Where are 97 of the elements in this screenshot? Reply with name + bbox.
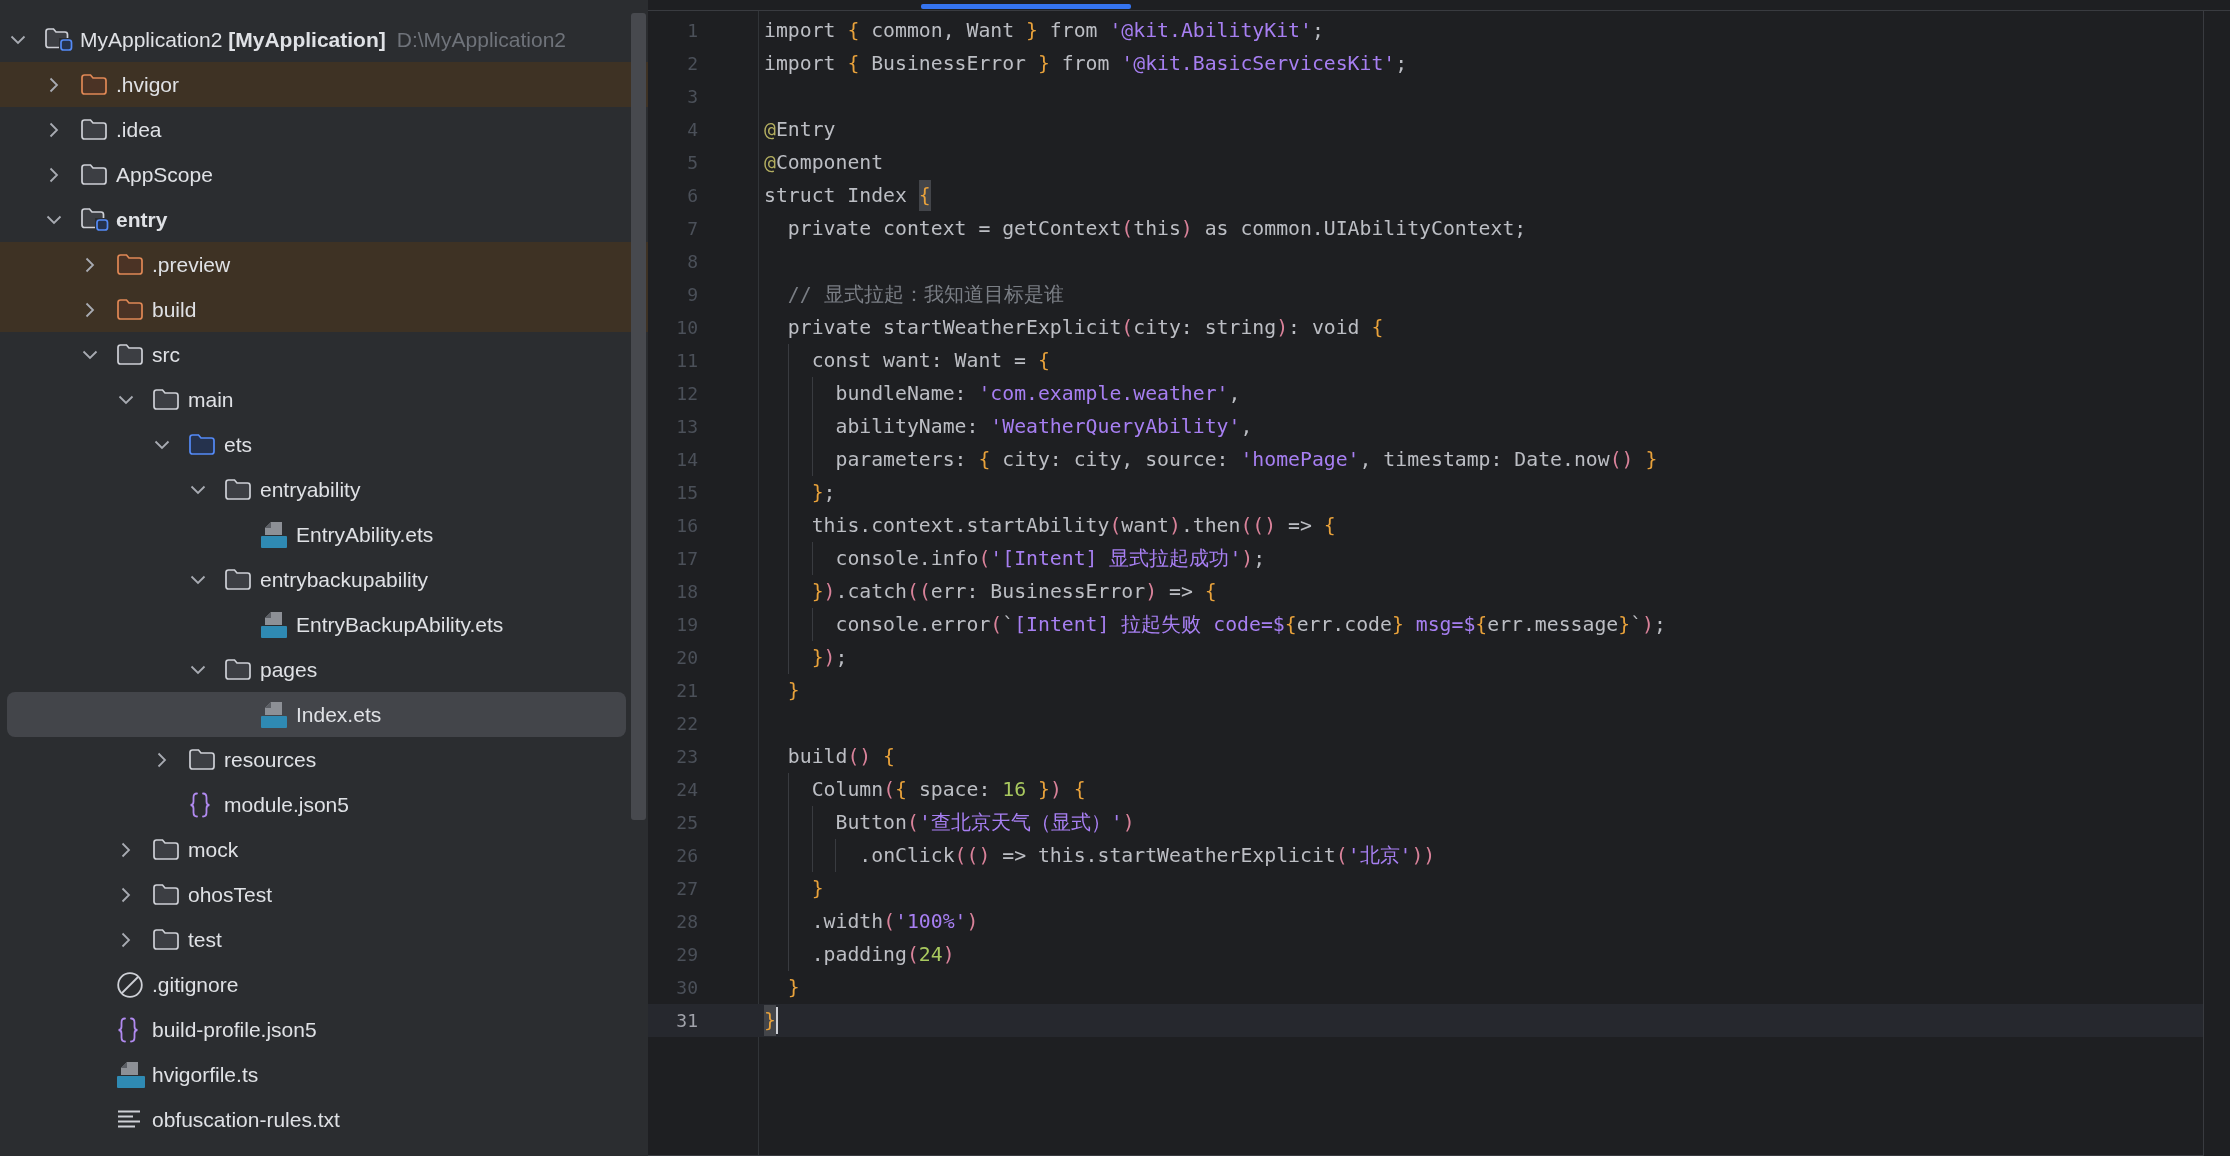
chevron-right-icon[interactable]	[121, 886, 131, 903]
chevron-right-icon[interactable]	[49, 76, 59, 93]
file-icon	[261, 610, 287, 639]
folder-icon	[117, 299, 143, 320]
braces-icon	[117, 1016, 139, 1043]
code-line: import { common, Want } from '@kit.AbilityKit';	[764, 18, 1324, 44]
code-line: .padding(24)	[764, 938, 955, 971]
chevron-down-icon[interactable]	[190, 574, 206, 585]
chevron-right-icon[interactable]	[85, 256, 95, 273]
file-icon	[261, 700, 287, 729]
code-line: @Entry	[764, 117, 836, 143]
folder-icon	[153, 839, 179, 860]
folder-icon	[117, 344, 143, 365]
code-line: }	[764, 872, 824, 905]
folder-icon	[225, 659, 251, 680]
code-line: private startWeatherExplicit(city: string): void {	[786, 315, 1384, 341]
chevron-right-icon[interactable]	[49, 121, 59, 138]
line-number: 31	[676, 1010, 698, 1031]
code-line: Column({ space: 16 }) {	[764, 773, 1086, 806]
code-line: }).catch((err: BusinessError) => {	[764, 575, 1217, 608]
code-line: const want: Want = {	[764, 344, 1050, 377]
code-line: console.info('[Intent] 显式拉起成功');	[764, 542, 1266, 575]
tree-item[interactable]: EntryBackupAbility.ets	[0, 602, 648, 647]
tree-item[interactable]: EntryAbility.ets	[0, 512, 648, 557]
chevron-right-icon[interactable]	[121, 841, 131, 858]
code-line: .width('100%')	[764, 905, 979, 938]
chevron-down-icon[interactable]	[46, 214, 62, 225]
chevron-down-icon[interactable]	[118, 394, 134, 405]
tree-item[interactable]: module.json5	[0, 782, 648, 827]
code-line: parameters: { city: city, source: 'homePage', timestamp: Date.now() }	[764, 443, 1658, 476]
code-line: };	[764, 476, 836, 509]
tree-item[interactable]: pages	[0, 647, 648, 692]
tree-item[interactable]: .hvigor	[0, 62, 648, 107]
chevron-right-icon[interactable]	[121, 931, 131, 948]
code-line: bundleName: 'com.example.weather',	[764, 377, 1241, 410]
code-line: abilityName: 'WeatherQueryAbility',	[764, 410, 1253, 443]
tree-item[interactable]: MyApplication2 [MyApplication] D:\MyApplication2	[0, 17, 648, 62]
chevron-right-icon[interactable]	[85, 301, 95, 318]
file-icon	[261, 520, 287, 549]
chevron-right-icon[interactable]	[157, 751, 167, 768]
code-line: }	[786, 975, 800, 1001]
tree-item[interactable]: build-profile.json5	[0, 1007, 648, 1052]
code-line: this.context.startAbility(want).then(() => {	[764, 509, 1336, 542]
code-line: .onClick(() => this.startWeatherExplicit('北京'))	[764, 839, 1436, 872]
braces-icon	[189, 791, 211, 818]
code-line: // 显式拉起：我知道目标是谁	[786, 282, 1064, 308]
slashed-circle-icon	[117, 971, 143, 998]
chevron-down-icon[interactable]	[190, 664, 206, 675]
module-folder-icon	[45, 28, 73, 51]
path-label: D:\MyApplication2	[396, 27, 566, 52]
folder-icon	[153, 389, 179, 410]
tree-item[interactable]: mock	[0, 827, 648, 872]
tree-item[interactable]: .gitignore	[0, 962, 648, 1007]
tree-item[interactable]: entry	[0, 197, 648, 242]
tree-item[interactable]: resources	[0, 737, 648, 782]
module-folder-icon	[81, 208, 109, 231]
tree-item[interactable]: .idea	[0, 107, 648, 152]
chevron-down-icon[interactable]	[154, 439, 170, 450]
code-line: }	[786, 678, 800, 704]
folder-icon	[81, 119, 107, 140]
tree-item[interactable]: obfuscation-rules.txt	[0, 1097, 648, 1142]
folder-icon	[225, 569, 251, 590]
tree-item[interactable]: Index.ets	[7, 692, 626, 737]
chevron-down-icon[interactable]	[190, 484, 206, 495]
folder-icon	[189, 749, 215, 770]
text-lines-icon	[117, 1110, 141, 1129]
code-line: struct Index {	[764, 179, 931, 212]
folder-icon	[81, 164, 107, 185]
folder-icon	[225, 479, 251, 500]
tree-item[interactable]: main	[0, 377, 648, 422]
code-line: @Component	[764, 150, 884, 176]
folder-icon	[189, 434, 215, 455]
tree-item[interactable]: build	[0, 287, 648, 332]
chevron-right-icon[interactable]	[49, 166, 59, 183]
code-line: private context = getContext(this) as common.UIAbilityContext;	[786, 216, 1527, 242]
chevron-down-icon[interactable]	[10, 34, 26, 45]
code-line: });	[764, 641, 848, 674]
code-line: Button('查北京天气（显式）')	[764, 806, 1135, 839]
code-line: console.error(`[Intent] 拉起失败 code=${err.code} msg=${err.message}`);	[764, 608, 1666, 641]
folder-icon	[81, 74, 107, 95]
tree-item[interactable]: hvigorfile.ts	[0, 1052, 648, 1097]
code-line: build() {	[786, 744, 896, 770]
scrollbar[interactable]	[631, 13, 646, 820]
tree-item[interactable]: ohosTest	[0, 872, 648, 917]
tree-item[interactable]: .preview	[0, 242, 648, 287]
folder-icon	[117, 254, 143, 275]
tree-item[interactable]: test	[0, 917, 648, 962]
file-icon	[117, 1060, 145, 1089]
folder-icon	[153, 884, 179, 905]
tree-item[interactable]: AppScope	[0, 152, 648, 197]
tree-item[interactable]: entryability	[0, 467, 648, 512]
tree-item[interactable]: entrybackupability	[0, 557, 648, 602]
tree-item[interactable]: ets	[0, 422, 648, 467]
code-line: import { BusinessError } from '@kit.BasicServicesKit';	[764, 51, 1408, 77]
folder-icon	[153, 929, 179, 950]
chevron-down-icon[interactable]	[82, 349, 98, 360]
tree-item[interactable]: src	[0, 332, 648, 377]
